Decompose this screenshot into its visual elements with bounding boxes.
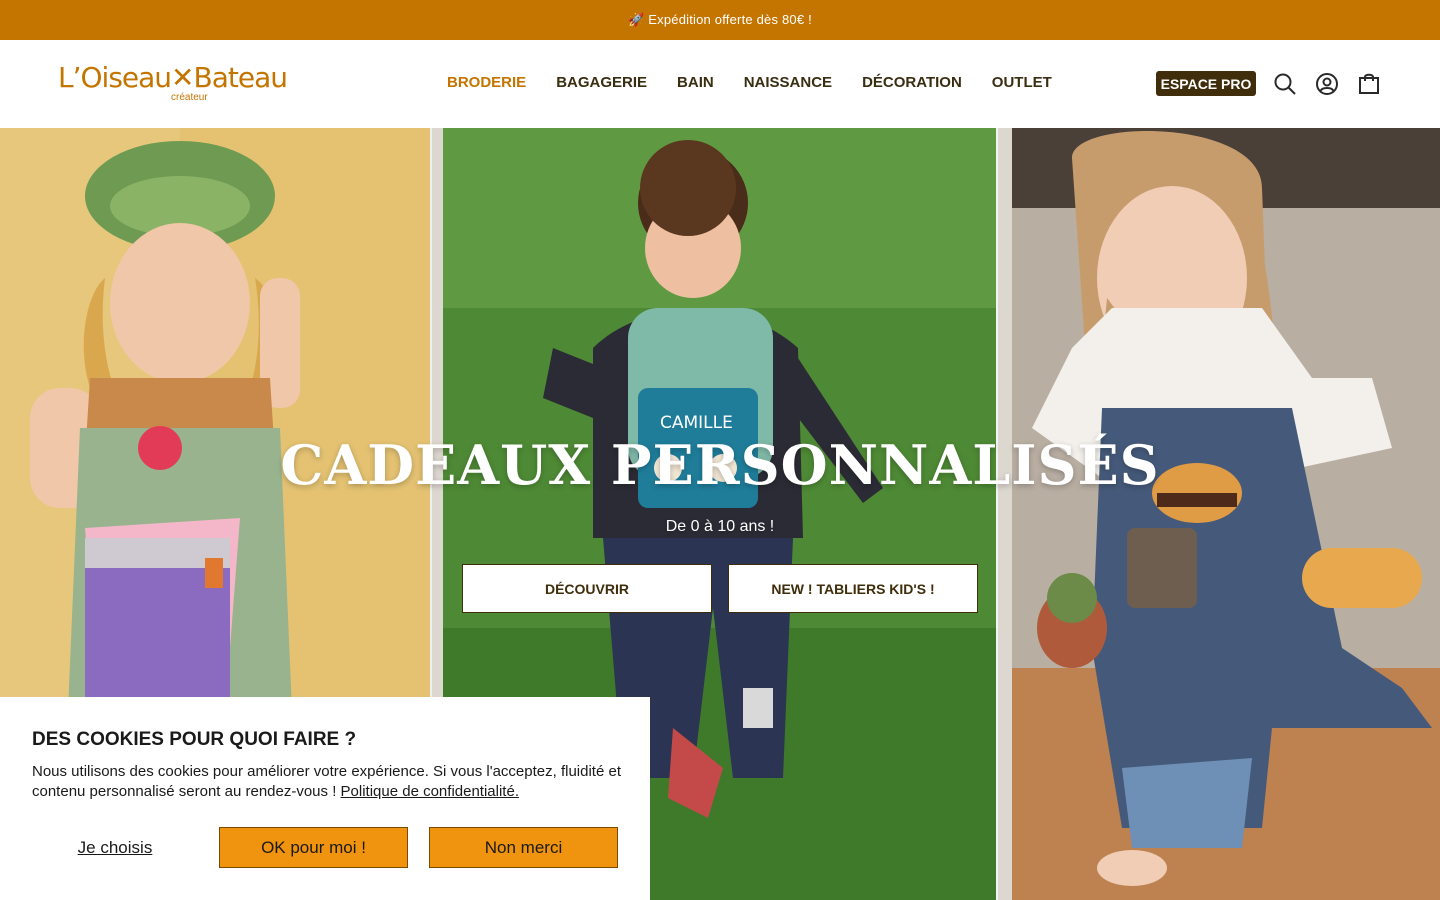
hero-image-apron-burger	[1012, 128, 1440, 900]
espace-pro-button[interactable]: ESPACE PRO	[1156, 71, 1256, 96]
hero-title: CADEAUX PERSONNALISÉS	[280, 433, 1160, 497]
logo-text: L’Oiseau✕Bateau	[58, 61, 288, 94]
cart-icon[interactable]	[1357, 72, 1381, 96]
logo[interactable]: L’Oiseau✕Bateau créateur	[58, 62, 308, 106]
new-aprons-button[interactable]: NEW ! TABLIERS KID'S !	[728, 564, 978, 613]
cookie-text: Nous utilisons des cookies pour améliore…	[32, 762, 632, 802]
cookie-choose-button[interactable]: Je choisis	[32, 827, 198, 868]
cookie-refuse-button[interactable]: Non merci	[429, 827, 618, 868]
main-nav: BRODERIE BAGAGERIE BAIN NAISSANCE DÉCORA…	[447, 74, 1052, 91]
nav-item-broderie[interactable]: BRODERIE	[447, 74, 526, 91]
search-icon[interactable]	[1273, 72, 1297, 96]
cookie-accept-button[interactable]: OK pour moi !	[219, 827, 408, 868]
logo-subtitle: créateur	[171, 92, 208, 103]
announcement-text: 🚀 Expédition offerte dès 80€ !	[628, 12, 812, 27]
nav-item-decoration[interactable]: DÉCORATION	[862, 74, 962, 91]
privacy-policy-link[interactable]: Politique de confidentialité.	[341, 783, 519, 800]
announcement-bar: 🚀 Expédition offerte dès 80€ !	[0, 0, 1440, 40]
nav-item-outlet[interactable]: OUTLET	[992, 74, 1052, 91]
cookie-title: DES COOKIES POUR QUOI FAIRE ?	[32, 729, 357, 750]
discover-button[interactable]: DÉCOUVRIR	[462, 564, 712, 613]
nav-item-bagagerie[interactable]: BAGAGERIE	[556, 74, 647, 91]
nav-item-bain[interactable]: BAIN	[677, 74, 714, 91]
nav-item-naissance[interactable]: NAISSANCE	[744, 74, 832, 91]
backpack-name: CAMILLE	[660, 413, 733, 433]
cookie-description: Nous utilisons des cookies pour améliore…	[32, 763, 621, 800]
site-header: L’Oiseau✕Bateau créateur BRODERIE BAGAGE…	[0, 40, 1440, 128]
account-icon[interactable]	[1315, 72, 1339, 96]
hero-subtitle: De 0 à 10 ans !	[665, 518, 775, 535]
cookie-banner: DES COOKIES POUR QUOI FAIRE ? Nous utili…	[0, 697, 650, 900]
